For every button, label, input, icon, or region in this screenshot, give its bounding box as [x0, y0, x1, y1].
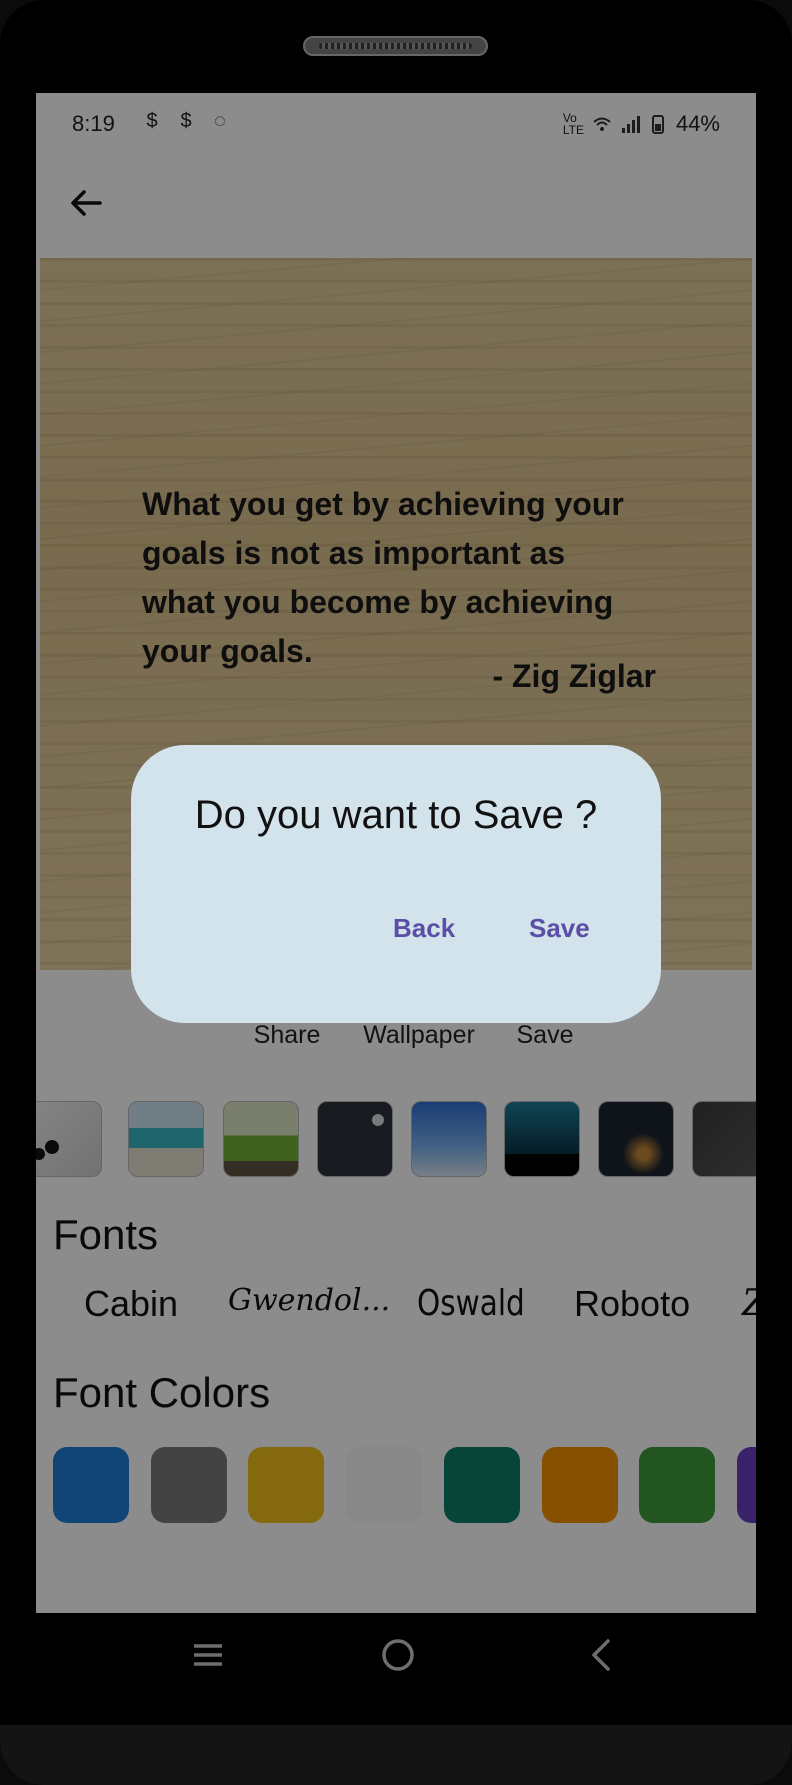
save-dialog: Do you want to Save ? Back Save [131, 745, 661, 1023]
dialog-save-button[interactable]: Save [529, 913, 590, 944]
back-nav-icon[interactable] [582, 1635, 622, 1675]
phone-chin [0, 1725, 792, 1785]
phone-frame: 8:19 $ $ ◌ Vo LTE 44% What you get by ac… [0, 0, 792, 1785]
system-nav-bar [36, 1613, 756, 1693]
home-icon[interactable] [378, 1635, 418, 1675]
recents-icon[interactable] [188, 1635, 228, 1675]
dialog-title: Do you want to Save ? [194, 793, 598, 837]
dialog-back-button[interactable]: Back [393, 913, 455, 944]
app-screen: 8:19 $ $ ◌ Vo LTE 44% What you get by ac… [36, 93, 756, 1613]
speaker-grille [303, 36, 488, 56]
